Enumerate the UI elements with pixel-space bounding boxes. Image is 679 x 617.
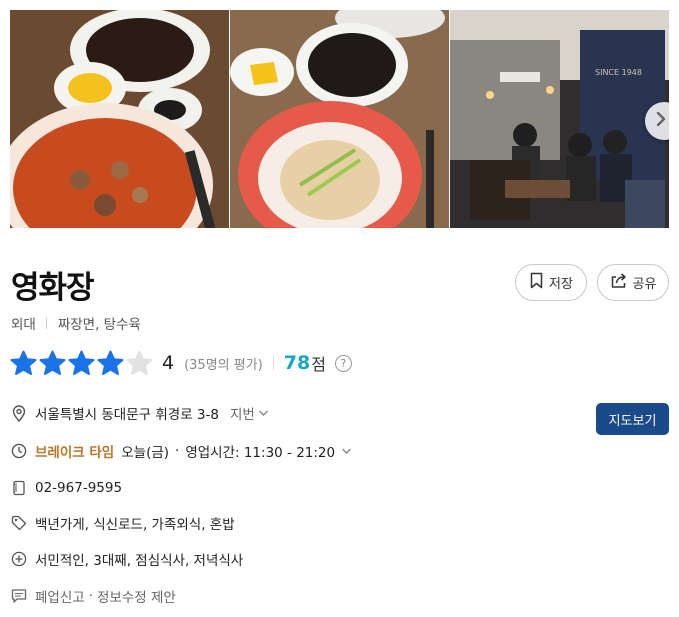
break-time-label: 브레이크 타임 — [35, 445, 115, 461]
star-empty-icon — [126, 350, 153, 375]
divider — [272, 356, 274, 370]
phone-number[interactable]: 02-967-9595 — [35, 480, 122, 496]
tags-row: 백년가게, 식신로드, 가족외식, 혼밥 — [10, 513, 235, 533]
report-row: 폐업신고 · 정보수정 제안 — [10, 586, 176, 606]
review-count: (35명의 평가) — [184, 357, 263, 373]
rating-summary: 4 (35명의 평가) 78 점 ? — [10, 348, 352, 378]
photo-food-1[interactable] — [10, 10, 229, 228]
share-button[interactable]: 공유 — [597, 264, 669, 301]
phone-icon — [10, 479, 28, 497]
photo-food-2[interactable] — [230, 10, 449, 228]
separator-dot: · — [175, 443, 180, 459]
suggest-edit-link[interactable]: 정보수정 제안 — [97, 586, 176, 606]
svg-text:SINCE 1948: SINCE 1948 — [595, 68, 642, 77]
save-button[interactable]: 저장 — [515, 264, 587, 301]
divider — [45, 317, 47, 329]
today-label: 오늘(금) — [121, 445, 170, 461]
lot-address-label: 지번 — [229, 407, 255, 423]
star-filled-icon — [39, 350, 66, 375]
report-closed-link[interactable]: 폐업신고 — [35, 586, 85, 606]
photo-interior[interactable]: SINCE 1948 — [450, 10, 669, 228]
star-filled-icon — [10, 350, 37, 375]
tag-icon — [10, 514, 28, 532]
separator-dot: · — [88, 588, 93, 604]
chevron-down-icon — [341, 443, 352, 459]
hours-expand-toggle[interactable] — [341, 443, 352, 459]
lot-address-toggle[interactable]: 지번 — [230, 403, 269, 423]
points-unit: 점 — [311, 355, 326, 374]
share-label: 공유 — [632, 277, 657, 292]
bookmark-icon — [529, 272, 544, 293]
address-row: 서울특별시 동대문구 휘경로 3-8 지번 — [10, 403, 269, 423]
address-text: 서울특별시 동대문구 휘경로 3-8 — [35, 407, 219, 423]
points-score: 78 — [283, 352, 311, 374]
chevron-right-icon — [654, 111, 668, 131]
phone-row: 02-967-9595 — [10, 478, 122, 498]
view-map-button[interactable]: 지도보기 — [596, 403, 669, 435]
place-title: 영화장 — [11, 270, 95, 306]
share-icon — [610, 272, 628, 293]
clock-icon — [10, 442, 28, 460]
category-label: 짜장면, 탕수육 — [57, 317, 141, 333]
keywords-row: 서민적인, 3대째, 점심식사, 저녁식사 — [10, 549, 243, 569]
comment-icon — [10, 587, 28, 605]
rating-score: 4 — [162, 352, 175, 374]
help-icon[interactable]: ? — [334, 354, 352, 372]
plus-circle-icon — [10, 550, 28, 568]
place-subtitle: 외대 짜장면, 탕수육 — [11, 313, 141, 333]
tags-text: 백년가게, 식신로드, 가족외식, 혼밥 — [35, 517, 235, 533]
keywords-text: 서민적인, 3대째, 점심식사, 저녁식사 — [35, 553, 244, 569]
star-filled-icon — [97, 350, 124, 375]
area-label: 외대 — [11, 317, 36, 333]
chevron-down-icon — [258, 405, 269, 421]
star-rating — [10, 350, 153, 377]
star-filled-icon — [68, 350, 95, 375]
photo-gallery[interactable]: SINCE 1948 — [10, 10, 669, 228]
hours-row: 브레이크 타임 오늘(금) · 영업시간: 11:30 - 21:20 — [10, 441, 352, 461]
business-hours: 영업시간: 11:30 - 21:20 — [185, 445, 336, 461]
save-label: 저장 — [549, 277, 573, 292]
location-pin-icon — [10, 404, 28, 422]
